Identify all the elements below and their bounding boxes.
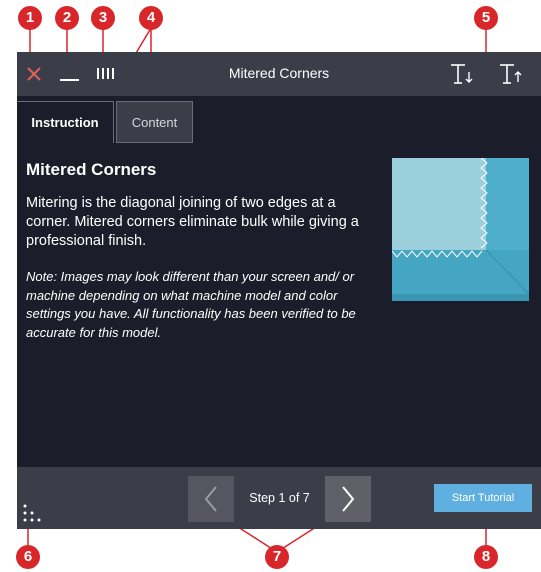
- callout-5: 5: [474, 6, 498, 30]
- content-paragraph: Mitering is the diagonal joining of two …: [26, 195, 359, 249]
- previous-step-button[interactable]: [188, 476, 234, 522]
- tab-instruction[interactable]: Instruction: [17, 101, 114, 143]
- text-size-increase-button[interactable]: [496, 60, 524, 88]
- tab-content[interactable]: Content: [116, 101, 193, 143]
- text-size-decrease-button[interactable]: [447, 60, 475, 88]
- callout-4: 4: [139, 6, 163, 30]
- dot-grid-icon: [23, 504, 41, 522]
- callout-2: 2: [55, 6, 79, 30]
- bottom-bar: Step 1 of 7 Start Tutorial: [17, 467, 541, 529]
- content-heading: Mitered Corners: [26, 160, 157, 179]
- callout-3: 3: [91, 6, 115, 30]
- chevron-left-icon: [204, 486, 217, 512]
- mitered-corner-illustration: [391, 157, 530, 301]
- callout-7: 7: [265, 545, 289, 569]
- chevron-right-icon: [342, 486, 355, 512]
- menu-grid-button[interactable]: [21, 503, 45, 525]
- callout-6: 6: [16, 545, 40, 569]
- callout-1: 1: [18, 6, 42, 30]
- title-bar: Mitered Corners: [17, 52, 541, 96]
- content-note: Note: Images may look different than you…: [26, 269, 356, 340]
- step-indicator: Step 1 of 7: [249, 491, 310, 505]
- callout-8: 8: [474, 545, 498, 569]
- text-size-increase-icon: [500, 64, 522, 84]
- tab-bar: Instruction Content: [17, 96, 541, 144]
- text-size-decrease-icon: [451, 64, 473, 84]
- next-step-button[interactable]: [325, 476, 371, 522]
- start-tutorial-button[interactable]: Start Tutorial: [434, 484, 532, 512]
- tutorial-window: Mitered Corners Instruction Content Mite…: [17, 52, 541, 529]
